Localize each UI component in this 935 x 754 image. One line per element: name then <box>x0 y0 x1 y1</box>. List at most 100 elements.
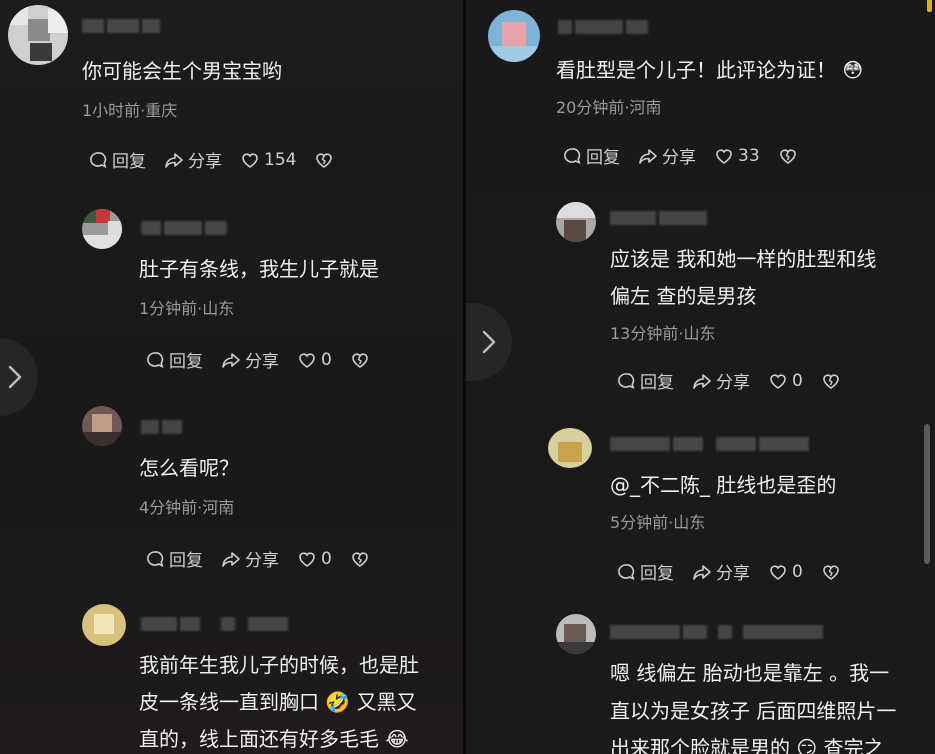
comment-text: 直的，线上面还有好多毛毛 😂 <box>139 727 409 751</box>
share-arrow-icon <box>222 551 240 567</box>
like-button[interactable]: 154 <box>240 150 296 170</box>
username-blurred[interactable] <box>141 220 230 235</box>
username-blurred[interactable] <box>610 210 710 225</box>
avatar[interactable] <box>82 209 122 249</box>
share-button[interactable]: 分享 <box>164 147 222 172</box>
reply-button[interactable]: 回复 <box>145 347 203 372</box>
reply-button[interactable]: 回复 <box>88 147 146 172</box>
like-count: 0 <box>321 548 332 569</box>
reply-button[interactable]: 回复 <box>562 143 620 168</box>
username-blurred[interactable] <box>141 419 185 434</box>
comment-item: 看肚型是个儿子！此评论为证！ 😳 20分钟前·河南 回复 分享 33 <box>466 0 935 190</box>
comment-meta: 5分钟前·山东 <box>610 513 706 532</box>
like-count: 33 <box>738 145 760 166</box>
heart-icon <box>299 352 315 368</box>
share-label: 分享 <box>188 152 222 172</box>
reply-label: 回复 <box>640 373 674 393</box>
share-label: 分享 <box>662 148 696 168</box>
comment-panel-left: 你可能会生个男宝宝哟 1小时前·重庆 回复 分享 154 肚子有条线，我生儿子就… <box>0 0 463 754</box>
comment-bubble-icon <box>147 351 164 368</box>
comment-actions: 回复 分享 0 <box>616 559 863 584</box>
share-button[interactable]: 分享 <box>221 546 279 571</box>
avatar[interactable] <box>82 406 122 446</box>
comment-text: 肚子有条线，我生儿子就是 <box>139 257 379 281</box>
comment-bubble-icon <box>618 563 635 580</box>
avatar[interactable] <box>556 614 596 654</box>
heart-icon <box>242 152 258 168</box>
share-arrow-icon <box>693 373 711 389</box>
comment-text: 偏左 查的是男孩 <box>610 284 757 308</box>
comment-item: 怎么看呢？ 4分钟前·河南 回复 分享 0 <box>0 398 463 588</box>
avatar[interactable] <box>548 428 592 468</box>
like-button[interactable]: 33 <box>714 146 760 166</box>
broken-heart-icon <box>352 551 368 567</box>
like-count: 0 <box>321 349 332 370</box>
like-button[interactable]: 0 <box>768 562 803 582</box>
dislike-button[interactable] <box>778 146 802 166</box>
share-arrow-icon <box>165 152 183 168</box>
comment-text: 看肚型是个儿子！此评论为证！ 😳 <box>556 58 864 82</box>
comment-text: 我前年生我儿子的时候，也是肚 <box>139 653 419 677</box>
scrollbar-thumb[interactable] <box>924 424 930 564</box>
comment-panel-right: 看肚型是个儿子！此评论为证！ 😳 20分钟前·河南 回复 分享 33 应该是 我… <box>466 0 935 754</box>
broken-heart-icon <box>779 148 796 164</box>
dislike-button[interactable] <box>350 549 374 569</box>
heart-icon <box>299 551 315 567</box>
comment-text: 应该是 我和她一样的肚型和线 <box>610 247 877 271</box>
comment-actions: 回复 分享 0 <box>616 368 863 393</box>
username-blurred[interactable] <box>610 624 826 639</box>
comment-bubble-icon <box>618 372 635 389</box>
comment-text: 出来那个脸就是男的 😏 查完之 <box>610 736 884 754</box>
comment-text: 皮一条线一直到胸口 🤣 又黑又 <box>139 690 417 714</box>
username-blurred[interactable] <box>82 18 163 33</box>
comment-actions: 回复 分享 33 <box>562 143 820 168</box>
share-label: 分享 <box>716 373 750 393</box>
comment-item: @_不二陈_ 肚线也是歪的 5分钟前·山东 回复 分享 0 <box>466 420 935 600</box>
reply-button[interactable]: 回复 <box>616 368 674 393</box>
comment-text: 你可能会生个男宝宝哟 <box>82 59 282 83</box>
share-arrow-icon <box>693 564 711 580</box>
broken-heart-icon <box>823 373 839 389</box>
username-blurred[interactable] <box>558 19 651 34</box>
reply-label: 回复 <box>112 152 146 172</box>
avatar[interactable] <box>556 202 596 242</box>
comment-item: 我前年生我儿子的时候，也是肚 皮一条线一直到胸口 🤣 又黑又 直的，线上面还有好… <box>0 596 463 754</box>
comment-bubble-icon <box>564 147 581 164</box>
comment-text: 怎么看呢？ <box>139 456 239 480</box>
broken-heart-icon <box>352 352 368 368</box>
broken-heart-icon <box>823 564 839 580</box>
share-button[interactable]: 分享 <box>692 559 750 584</box>
dislike-button[interactable] <box>314 150 338 170</box>
username-blurred[interactable] <box>141 616 291 631</box>
avatar[interactable] <box>488 10 540 62</box>
comment-bubble-icon <box>90 151 107 168</box>
comment-actions: 回复 分享 0 <box>145 347 392 372</box>
share-button[interactable]: 分享 <box>692 368 750 393</box>
reply-button[interactable]: 回复 <box>616 559 674 584</box>
like-button[interactable]: 0 <box>297 549 332 569</box>
heart-icon <box>770 564 786 580</box>
comment-text: 直以为是女孩子 后面四维照片一 <box>610 699 897 723</box>
dislike-button[interactable] <box>821 562 845 582</box>
share-label: 分享 <box>245 352 279 372</box>
username-blurred[interactable] <box>610 436 812 451</box>
reply-button[interactable]: 回复 <box>145 546 203 571</box>
comment-meta: 13分钟前·山东 <box>610 324 716 343</box>
avatar[interactable] <box>8 5 68 65</box>
like-button[interactable]: 0 <box>297 350 332 370</box>
comment-meta: 1分钟前·山东 <box>139 299 235 318</box>
comment-text: @_不二陈_ 肚线也是歪的 <box>610 473 837 497</box>
chevron-right-icon <box>8 365 22 389</box>
dislike-button[interactable] <box>821 371 845 391</box>
dislike-button[interactable] <box>350 350 374 370</box>
chevron-right-icon <box>482 330 496 354</box>
share-button[interactable]: 分享 <box>221 347 279 372</box>
comment-meta: 1小时前·重庆 <box>82 101 178 120</box>
avatar[interactable] <box>82 604 126 646</box>
comment-item: 你可能会生个男宝宝哟 1小时前·重庆 回复 分享 154 <box>0 0 463 190</box>
share-button[interactable]: 分享 <box>638 143 696 168</box>
share-label: 分享 <box>245 551 279 571</box>
comment-bubble-icon <box>147 550 164 567</box>
like-button[interactable]: 0 <box>768 371 803 391</box>
heart-icon <box>770 373 786 389</box>
